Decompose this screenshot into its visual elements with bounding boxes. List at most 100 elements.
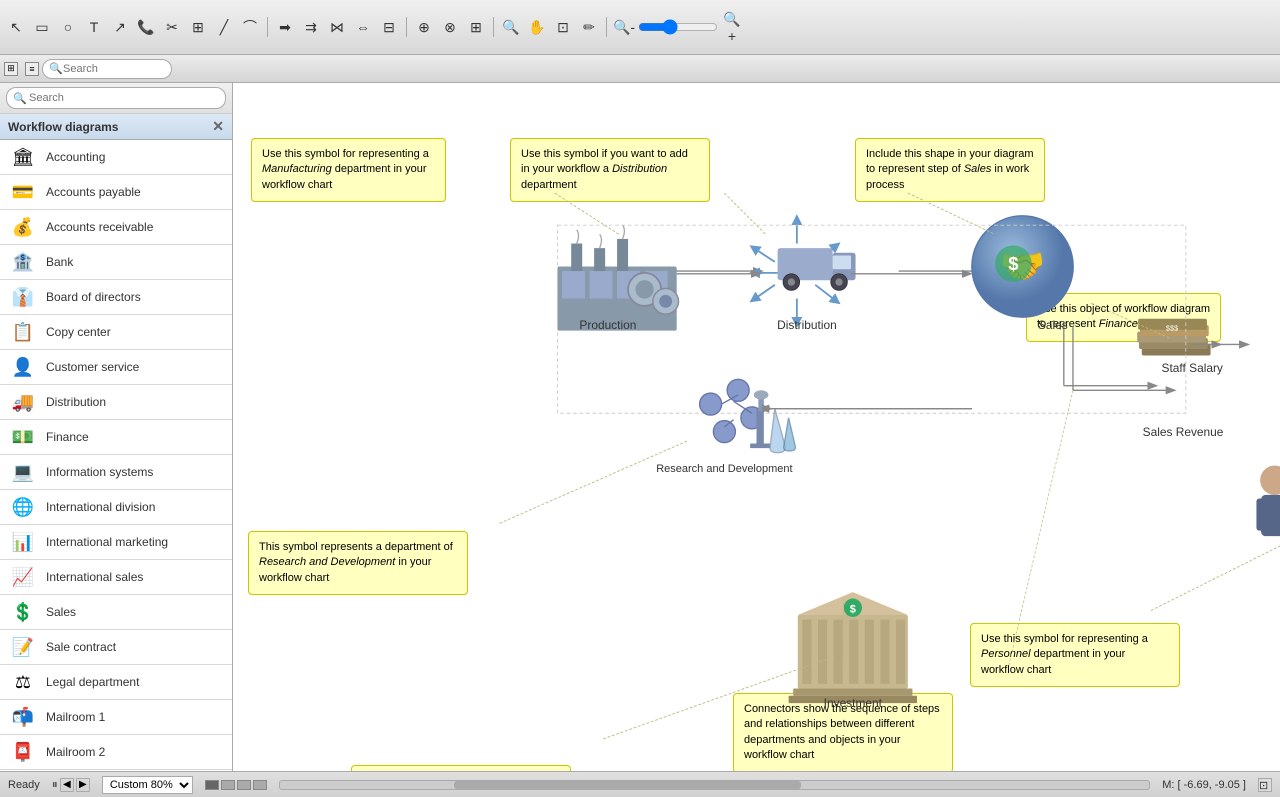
sep4 [606,17,607,37]
legal-department-label: Legal department [46,675,139,689]
network-tool2[interactable]: ⊗ [438,15,462,39]
arrow-tool[interactable]: ➡ [273,15,297,39]
mailroom-1-icon: 📬 [8,703,38,731]
sidebar-title: Workflow diagrams [8,120,118,134]
page-dot-3[interactable] [237,780,251,790]
svg-text:$$$: $$$ [1166,324,1178,333]
sidebar-item-information-systems[interactable]: 💻 Information systems [0,455,232,490]
distribution-icon: 🚚 [8,388,38,416]
mailroom-1-label: Mailroom 1 [46,710,105,724]
svg-text:$: $ [1008,253,1018,274]
sidebar-item-customer-service[interactable]: 👤Customer service [0,350,232,385]
parallel-tool[interactable]: ⇔ [351,15,375,39]
sidebar-item-distribution[interactable]: 🚚 Distribution [0,385,232,420]
copy-center-label: Copy center [46,325,111,339]
page-dot-1[interactable] [205,780,219,790]
sep2 [406,17,407,37]
information-systems-label: Information systems [46,465,153,479]
production-label: Production [579,318,636,332]
sidebar-item-legal-department[interactable]: ⚖Legal department [0,665,232,700]
production-icon [557,225,678,330]
main-search-input[interactable] [42,59,172,79]
sidebar-item-bank[interactable]: 🏦Bank [0,245,232,280]
distribution-label: Distribution [46,395,106,409]
pencil-tool[interactable]: ✏ [577,15,601,39]
sidebar-item-international-marketing[interactable]: 📊International marketing [0,525,232,560]
horizontal-scrollbar[interactable] [279,780,1150,790]
copy-center-icon: 📋 [8,318,38,346]
finance-icon: $$$ [1137,319,1210,356]
table-tool[interactable]: ⊞ [186,15,210,39]
sidebar-item-sales[interactable]: 💲Sales [0,595,232,630]
fit-page-button[interactable]: ⊡ [1258,778,1272,792]
phone-tool[interactable]: 📞 [134,15,158,39]
page-indicators [205,780,267,790]
sidebar-item-board-of-directors[interactable]: 👔Board of directors [0,280,232,315]
sidebar-item-copy-center[interactable]: 📋 Copy center [0,315,232,350]
sidebar-item-online-booking[interactable]: 🖥Online booking [0,770,232,771]
coordinates-display: M: [ -6.69, -9.05 ] [1162,779,1246,791]
swimlane-tool[interactable]: ⊟ [377,15,401,39]
customer-service-icon: 👤 [8,353,38,381]
sidebar-item-finance[interactable]: 💵Finance [0,420,232,455]
rect-tool[interactable]: ▭ [30,15,54,39]
page-dot-2[interactable] [221,780,235,790]
sidebar: 🔍 Workflow diagrams ✕ 🏛Accounting💳Accoun… [0,83,233,771]
personnel-icon [1256,466,1280,537]
information-systems-icon: 💻 [8,458,38,486]
sidebar-close-button[interactable]: ✕ [212,118,224,135]
next-page-button[interactable]: ▶ [76,778,90,792]
sidebar-item-mailroom-2[interactable]: 📮Mailroom 2 [0,735,232,770]
flow-tool[interactable]: ⇉ [299,15,323,39]
accounting-label: Accounting [46,150,105,164]
sidebar-item-accounts-receivable[interactable]: 💰Accounts receivable [0,210,232,245]
zoom-in-tool[interactable]: 🔍 [499,15,523,39]
sidebar-item-international-sales[interactable]: 📈International sales [0,560,232,595]
sales-label: Sales [46,605,76,619]
sidebar-header: 🔍 [0,83,232,114]
curve-tool[interactable]: ⌒ [238,15,262,39]
main-toolbar: ↖ ▭ ○ T ↗ 📞 ✂ ⊞ ╱ ⌒ ➡ ⇉ ⋈ ⇔ ⊟ ⊕ ⊗ ⊞ 🔍 ✋ … [0,0,1280,55]
canvas-area[interactable]: Use this symbol for representing a Manuf… [233,83,1280,771]
sidebar-item-sale-contract[interactable]: 📝Sale contract [0,630,232,665]
international-division-label: International division [46,500,155,514]
ellipse-tool[interactable]: ○ [56,15,80,39]
zoom-selector[interactable]: Custom 80% 50% 75% 100% 125% 150% [102,776,193,794]
sidebar-item-accounting[interactable]: 🏛Accounting [0,140,232,175]
board-of-directors-label: Board of directors [46,290,141,304]
pointer-tool[interactable]: ↖ [4,15,28,39]
international-marketing-icon: 📊 [8,528,38,556]
grid-toggle[interactable]: ⊞ [4,62,18,76]
prev-page-button[interactable]: ◀ [60,778,74,792]
connect-tool[interactable]: ↗ [108,15,132,39]
select-tool[interactable]: ⊡ [551,15,575,39]
investment-label: Investment [824,696,883,710]
page-dot-4[interactable] [253,780,267,790]
zoom-in-btn[interactable]: 🔍+ [720,15,744,39]
sale-contract-icon: 📝 [8,633,38,661]
distribution-label: Distribution [777,318,837,332]
network-tool3[interactable]: ⊞ [464,15,488,39]
text-tool[interactable]: T [82,15,106,39]
network-tool1[interactable]: ⊕ [412,15,436,39]
mailroom-2-icon: 📮 [8,738,38,766]
sidebar-list: 🏛Accounting💳Accounts payable💰Accounts re… [0,140,232,771]
sidebar-item-mailroom-1[interactable]: 📬 Mailroom 1 [0,700,232,735]
pause-button[interactable]: ⏸ [52,777,58,792]
zoom-slider[interactable] [638,19,718,35]
sales-revenue-label: Sales Revenue [1143,425,1224,439]
sidebar-item-international-division[interactable]: 🌐International division [0,490,232,525]
zoom-out-btn[interactable]: 🔍- [612,15,636,39]
pan-tool[interactable]: ✋ [525,15,549,39]
panel-toggle[interactable]: ≡ [25,62,39,76]
page-navigation: ⏸ ◀ ▶ [52,777,90,792]
bank-icon: 🏦 [8,248,38,276]
branch-tool[interactable]: ⋈ [325,15,349,39]
crop-tool[interactable]: ✂ [160,15,184,39]
sep1 [267,17,268,37]
staff-salary-label: Staff Salary [1162,361,1223,375]
sidebar-search-input[interactable] [6,87,226,109]
line-tool[interactable]: ╱ [212,15,236,39]
sidebar-item-accounts-payable[interactable]: 💳Accounts payable [0,175,232,210]
accounts-receivable-icon: 💰 [8,213,38,241]
